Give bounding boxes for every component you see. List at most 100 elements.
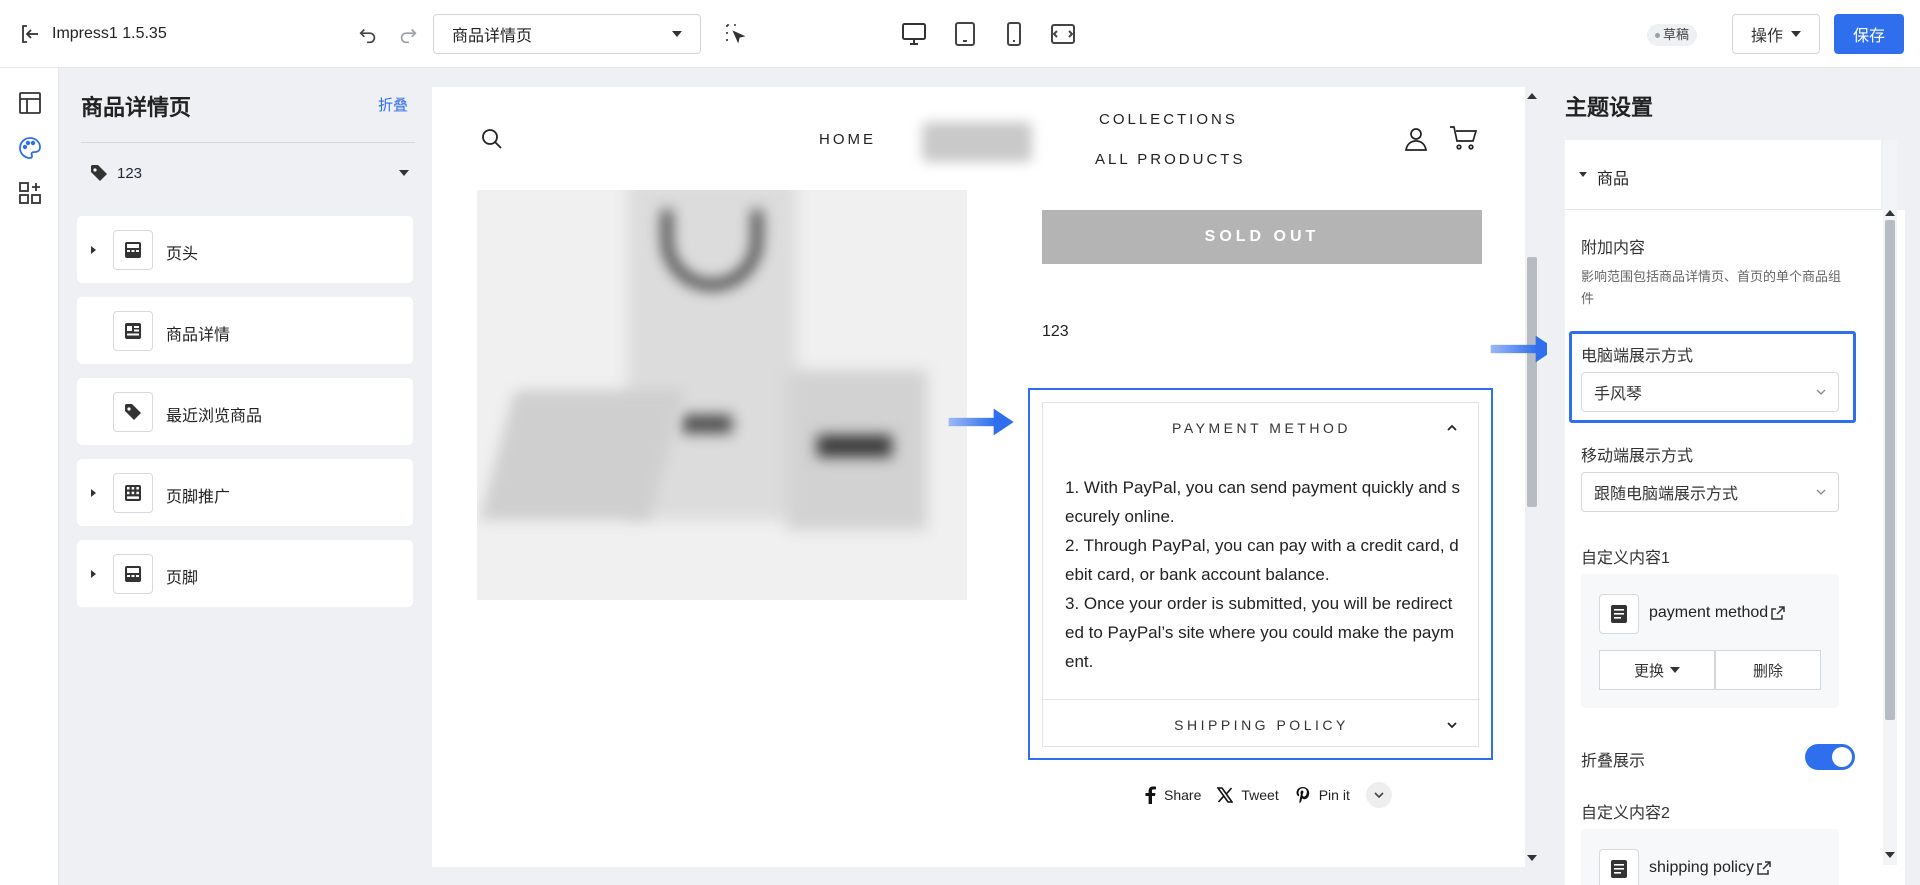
collapse-display-toggle[interactable] (1805, 744, 1855, 770)
search-icon[interactable] (480, 127, 504, 151)
product-detail-icon (113, 311, 153, 351)
operations-button[interactable]: 操作 (1732, 14, 1820, 54)
tweet-label: Tweet (1241, 787, 1279, 803)
section-product-detail[interactable]: 商品详情 (77, 297, 413, 364)
layout-icon[interactable] (17, 90, 43, 116)
tag-icon (91, 165, 107, 181)
custom-content-2-name[interactable]: shipping policy (1649, 859, 1754, 877)
product-accordion: PAYMENT METHOD 1. With PayPal, you can s… (1028, 388, 1493, 760)
scroll-up-arrow[interactable] (1885, 210, 1895, 216)
chevron-down-icon (672, 31, 682, 37)
section-recently-viewed[interactable]: 最近浏览商品 (77, 378, 413, 445)
desktop-icon[interactable] (900, 20, 928, 48)
divider (81, 142, 415, 143)
caret-down-icon (1670, 667, 1680, 673)
header-icon (113, 230, 153, 270)
section-label: 商品详情 (166, 327, 231, 344)
product-select[interactable]: 123 (89, 158, 419, 188)
collapse-link[interactable]: 折叠 (378, 94, 408, 115)
undo-icon[interactable] (357, 24, 379, 46)
pinterest-icon (1296, 787, 1309, 804)
status-dot (1655, 33, 1660, 39)
nav-collections[interactable]: COLLECTIONS (1099, 111, 1238, 128)
scroll-up-arrow[interactable] (1527, 93, 1537, 99)
caret-down-icon (399, 170, 409, 176)
section-label: 最近浏览商品 (166, 408, 263, 425)
scroll-thumb[interactable] (1885, 220, 1895, 720)
facebook-icon (1145, 786, 1156, 804)
top-bar: Impress1 1.5.35 商品详情页 草稿 操作 保存 (0, 0, 1920, 68)
document-icon (1599, 594, 1639, 634)
scroll-down-arrow[interactable] (1885, 852, 1895, 858)
expand-arrow-icon[interactable] (91, 246, 96, 254)
theme-palette-icon[interactable] (17, 135, 43, 161)
save-button[interactable]: 保存 (1834, 14, 1904, 54)
section-footer[interactable]: 页脚 (77, 540, 413, 607)
accordion-payment-method[interactable]: PAYMENT METHOD (1043, 403, 1480, 453)
scroll-down-arrow[interactable] (1527, 855, 1537, 861)
product-value: 123 (1042, 323, 1069, 340)
cart-icon[interactable] (1448, 123, 1478, 153)
group-product-header[interactable]: 商品 (1565, 140, 1881, 210)
account-icon[interactable] (1402, 125, 1430, 153)
page-select[interactable]: 商品详情页 (433, 14, 701, 54)
redo-icon[interactable] (397, 24, 419, 46)
preview-scrollbar[interactable] (1525, 87, 1539, 867)
sold-out-button[interactable]: SOLD OUT (1042, 210, 1482, 264)
x-twitter-icon (1217, 787, 1234, 803)
share-more-button[interactable] (1365, 782, 1392, 808)
nav-all-products[interactable]: ALL PRODUCTS (1095, 151, 1245, 168)
delete-button[interactable]: 删除 (1715, 650, 1821, 690)
settings-scrollbar[interactable] (1883, 140, 1897, 865)
chevron-down-icon (1447, 722, 1457, 729)
section-footer-promo[interactable]: 页脚推广 (77, 459, 413, 526)
accordion-title: SHIPPING POLICY (1174, 717, 1349, 733)
custom-content-1-name[interactable]: payment method (1649, 604, 1768, 622)
share-facebook[interactable]: Share (1144, 786, 1201, 804)
icon-rail (0, 68, 59, 885)
chevron-down-icon (1816, 489, 1826, 495)
panel-title: 商品详情页 (81, 95, 192, 120)
store-logo[interactable] (922, 122, 1032, 162)
scroll-thumb[interactable] (1527, 257, 1537, 507)
pin-label: Pin it (1318, 787, 1350, 803)
external-link-icon[interactable] (1771, 606, 1785, 620)
chevron-down-icon (1374, 792, 1384, 799)
section-label: 页脚 (166, 570, 199, 587)
payment-line: 1. With PayPal, you can send payment qui… (1065, 478, 1460, 526)
nav-home[interactable]: HOME (819, 131, 876, 148)
product-image[interactable] (477, 190, 967, 600)
expand-arrow-icon[interactable] (91, 570, 96, 578)
replace-label: 更换 (1633, 662, 1664, 680)
fit-width-icon[interactable] (1049, 20, 1077, 48)
section-header[interactable]: 页头 (77, 216, 413, 283)
extra-content-desc: 影响范围包括商品详情页、首页的单个商品组件 (1581, 269, 1842, 306)
accordion-shipping-policy[interactable]: SHIPPING POLICY (1043, 700, 1480, 750)
panel-title: 主题设置 (1565, 95, 1654, 120)
select-element-icon[interactable] (724, 22, 748, 46)
replace-button[interactable]: 更换 (1599, 650, 1715, 690)
caret-down-icon (1579, 172, 1587, 177)
group-label: 商品 (1597, 171, 1630, 188)
share-twitter[interactable]: Tweet (1217, 787, 1279, 803)
status-badge: 草稿 (1647, 24, 1698, 46)
accordion-title: PAYMENT METHOD (1172, 420, 1351, 436)
mobile-display-select[interactable]: 跟随电脑端展示方式 (1581, 472, 1839, 512)
exit-icon[interactable] (18, 22, 42, 46)
share-pinterest[interactable]: Pin it (1295, 786, 1350, 804)
accordion-body: 1. With PayPal, you can send payment qui… (1065, 473, 1460, 676)
footer-promo-icon (113, 473, 153, 513)
tablet-icon[interactable] (951, 20, 979, 48)
footer-icon (113, 554, 153, 594)
add-component-icon[interactable] (17, 180, 43, 206)
settings-scroll-area: 附加内容 影响范围包括商品详情页、首页的单个商品组件 电脑端展示方式 手风琴 移… (1565, 210, 1905, 885)
custom-content-2-label: 自定义内容2 (1581, 805, 1670, 822)
select-value: 跟随电脑端展示方式 (1594, 486, 1739, 503)
expand-arrow-icon[interactable] (91, 489, 96, 497)
payment-line: 3. Once your order is submitted, you wil… (1065, 594, 1455, 671)
app-name: Impress1 1.5.35 (52, 25, 167, 42)
external-link-icon[interactable] (1757, 861, 1771, 875)
mobile-icon[interactable] (1000, 20, 1028, 48)
share-label: Share (1164, 787, 1202, 803)
status-text: 草稿 (1663, 27, 1690, 42)
